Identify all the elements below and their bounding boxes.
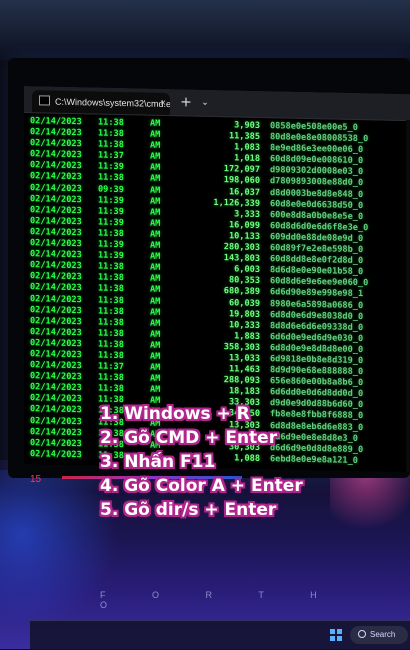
row-ampm: AM: [150, 285, 161, 296]
row-ampm: AM: [150, 351, 161, 362]
taskbar: Search: [30, 620, 410, 650]
chevron-down-icon[interactable]: ⌄: [198, 96, 212, 110]
windows-start-icon[interactable]: [330, 629, 342, 641]
row-date: 02/14/2023: [30, 448, 82, 461]
step-5: 5. Gõ dir/s + Enter: [100, 500, 277, 520]
row-ampm: AM: [150, 340, 161, 351]
instruction-steps: 1. Windows + R 2. Gõ CMD + Enter 3. Nhấn F…: [100, 402, 400, 522]
step-3: 3. Nhấn F11: [100, 452, 216, 472]
background-top: [0, 0, 410, 60]
row-ampm: AM: [150, 196, 161, 207]
wallpaper-text: F O R T H O: [100, 590, 339, 610]
tab-title: C:\Windows\system32\cmd.e: [55, 96, 170, 110]
search-icon: [358, 630, 366, 638]
scrollbar[interactable]: [406, 120, 410, 473]
step-2: 2. Gõ CMD + Enter: [100, 428, 278, 448]
row-ampm: AM: [150, 174, 161, 185]
cmd-icon: [39, 95, 50, 106]
row-ampm: AM: [150, 185, 161, 196]
red-desk-label: 15: [30, 474, 42, 485]
new-tab-button[interactable]: +: [178, 94, 194, 110]
search-label: Search: [370, 630, 396, 639]
step-4: 4. Gõ Color A + Enter: [100, 476, 303, 496]
row-ampm: AM: [150, 207, 161, 218]
row-ampm: AM: [150, 229, 161, 240]
row-ampm: AM: [150, 329, 161, 340]
step-1: 1. Windows + R: [100, 404, 250, 424]
row-ampm: AM: [150, 296, 161, 307]
row-ampm: AM: [150, 307, 161, 318]
tab-cmd[interactable]: C:\Windows\system32\cmd.e ×: [32, 90, 170, 116]
close-icon[interactable]: ×: [160, 93, 166, 115]
row-ampm: AM: [150, 218, 161, 229]
row-ampm: AM: [150, 318, 161, 329]
taskbar-search[interactable]: Search: [350, 626, 408, 644]
